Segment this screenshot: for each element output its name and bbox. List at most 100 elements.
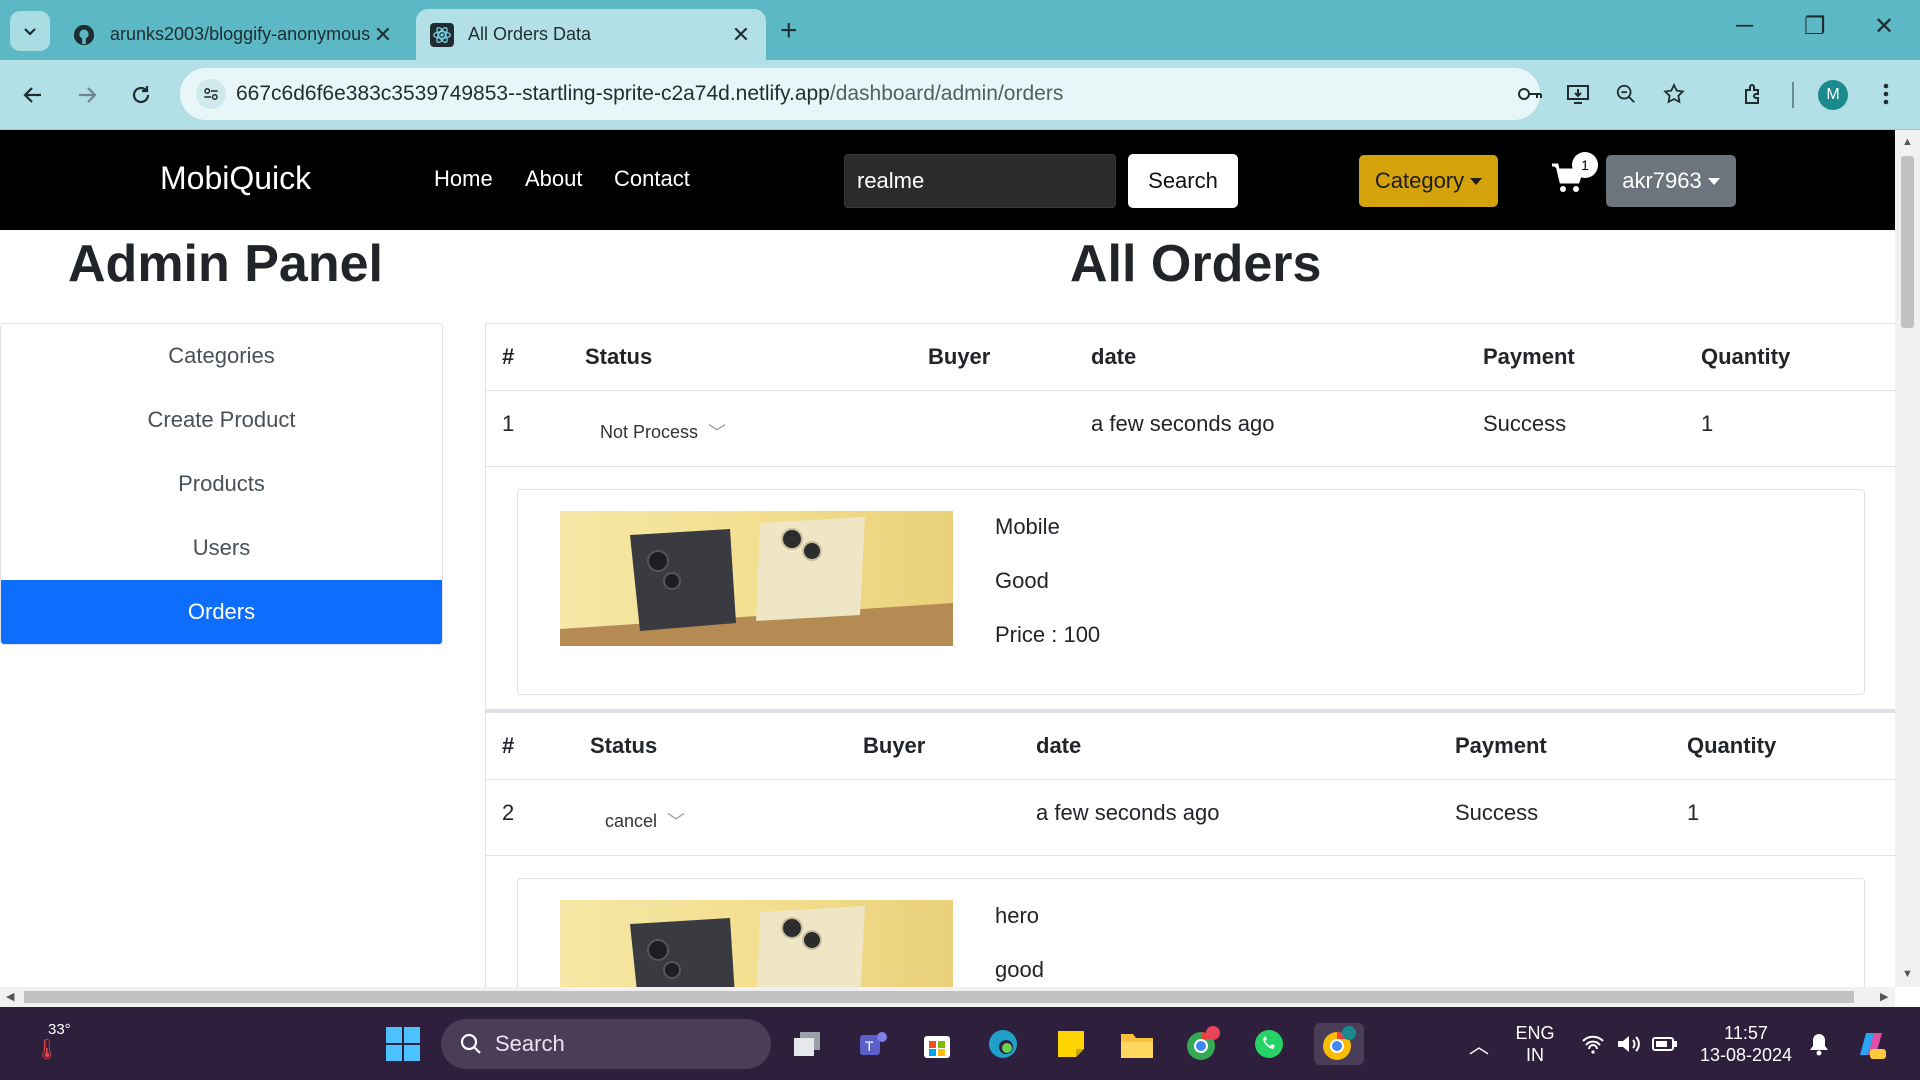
product-description: Good [995, 568, 1049, 593]
toolbar-divider [1792, 82, 1794, 108]
new-tab-icon[interactable]: + [780, 14, 798, 48]
order-card: # Status Buyer date Payment Quantity 2 c… [485, 712, 1895, 987]
browser-tab-github[interactable]: arunks2003/bloggify-anonymous ✕ [58, 9, 408, 60]
site-brand[interactable]: MobiQuick [160, 160, 311, 197]
user-label: akr7963 [1622, 168, 1702, 193]
tab-title: arunks2003/bloggify-anonymous [110, 24, 371, 44]
weather-widget[interactable]: 🌡 33° [30, 1021, 71, 1065]
orders-list: # Status Buyer date Payment Quantity 1 N… [485, 323, 1895, 987]
svg-text:T: T [865, 1038, 874, 1054]
menu-item-orders[interactable]: Orders [1, 580, 442, 644]
search-button[interactable]: Search [1128, 154, 1238, 208]
chrome-profile-a-icon[interactable] [1182, 1023, 1224, 1065]
page-viewport: MobiQuick Home About Contact Search Cate… [0, 130, 1895, 987]
close-tab-icon[interactable]: ✕ [730, 22, 752, 48]
forward-icon[interactable] [70, 78, 104, 112]
caret-down-icon [1470, 177, 1483, 185]
product-search-input[interactable] [844, 154, 1116, 208]
col-number: # [502, 733, 515, 758]
notification-bell-icon[interactable] [1798, 1023, 1840, 1065]
restore-icon[interactable]: ❐ [1804, 12, 1826, 41]
menu-item-categories[interactable]: Categories [1, 324, 442, 388]
clock-time: 11:57 [1724, 1023, 1768, 1043]
menu-item-users[interactable]: Users [1, 516, 442, 580]
password-key-icon[interactable] [1516, 80, 1544, 108]
category-dropdown[interactable]: Category [1359, 155, 1498, 207]
scroll-up-icon[interactable]: ▲ [1902, 136, 1913, 148]
url-text: 667c6d6f6e383c3539749853--startling-spri… [236, 82, 1063, 106]
clock[interactable]: 11:57 13-08-2024 [1696, 1022, 1796, 1066]
chevron-up-icon[interactable]: ︿ [1458, 1023, 1500, 1065]
browser-menu-icon[interactable] [1870, 78, 1902, 110]
site-info-icon[interactable] [196, 79, 226, 109]
order-products: hero good [486, 856, 1895, 987]
scroll-down-icon[interactable]: ▼ [1902, 968, 1913, 980]
profile-avatar[interactable]: M [1818, 80, 1848, 110]
nav-about[interactable]: About [525, 166, 583, 192]
chevron-down-icon [24, 28, 36, 36]
taskbar-search-label: Search [495, 1031, 565, 1056]
edge-icon[interactable] [982, 1023, 1024, 1065]
copilot-icon[interactable] [1850, 1023, 1892, 1065]
tab-search-button[interactable] [10, 11, 50, 51]
scroll-right-icon[interactable]: ▶ [1880, 990, 1888, 1003]
col-date: date [1091, 344, 1137, 369]
task-view-icon[interactable] [786, 1023, 828, 1065]
battery-icon[interactable] [1644, 1023, 1686, 1065]
sticky-notes-icon[interactable] [1050, 1023, 1092, 1065]
order-payment: Success [1455, 800, 1539, 825]
vertical-scroll-thumb[interactable] [1901, 156, 1914, 328]
nav-home[interactable]: Home [434, 166, 493, 192]
scroll-left-icon[interactable]: ◀ [6, 990, 14, 1003]
teams-icon[interactable]: T [852, 1023, 894, 1065]
windows-taskbar: 🌡 33° Search T ︿ ENG IN 11:57 13-08-2024 [0, 1007, 1920, 1080]
url-path: /dashboard/admin/orders [829, 82, 1064, 105]
order-date: a few seconds ago [1091, 411, 1275, 436]
whatsapp-icon[interactable] [1248, 1023, 1290, 1065]
microsoft-store-icon[interactable] [916, 1023, 958, 1065]
col-payment: Payment [1483, 344, 1575, 369]
col-buyer: Buyer [928, 344, 991, 369]
close-window-icon[interactable]: ✕ [1874, 12, 1894, 41]
tab-title: All Orders Data [468, 24, 592, 44]
status-select[interactable]: Not Process ﹀ [600, 419, 726, 445]
caret-down-icon [1707, 177, 1720, 185]
reload-icon[interactable] [124, 78, 158, 112]
install-app-icon[interactable] [1564, 80, 1592, 108]
user-dropdown[interactable]: akr7963 [1606, 155, 1736, 207]
browser-tab-orders[interactable]: All Orders Data ✕ [416, 9, 766, 60]
site-navbar: MobiQuick Home About Contact Search Cate… [0, 130, 1895, 230]
minimize-icon[interactable]: ─ [1736, 12, 1753, 40]
search-icon [460, 1033, 481, 1054]
lang-secondary: IN [1526, 1045, 1544, 1065]
nav-contact[interactable]: Contact [614, 166, 690, 192]
url-host: 667c6d6f6e383c3539749853--startling-spri… [236, 82, 830, 105]
col-payment: Payment [1455, 733, 1547, 758]
bookmark-star-icon[interactable] [1660, 80, 1688, 108]
category-label: Category [1374, 168, 1465, 193]
github-icon [72, 23, 96, 47]
address-bar[interactable]: 667c6d6f6e383c3539749853--startling-spri… [180, 68, 1685, 120]
weather-temp: 33° [48, 1021, 71, 1038]
zoom-icon[interactable] [1612, 80, 1640, 108]
menu-item-create-product[interactable]: Create Product [1, 388, 442, 452]
chrome-active-icon[interactable] [1314, 1023, 1364, 1065]
extensions-icon[interactable] [1738, 78, 1770, 110]
horizontal-scroll-thumb[interactable] [24, 991, 1854, 1003]
taskbar-search[interactable]: Search [441, 1019, 771, 1069]
col-quantity: Quantity [1687, 733, 1777, 758]
horizontal-scrollbar[interactable]: ◀ ▶ [0, 987, 1895, 1007]
table-row: 2 cancel ﹀ a few seconds ago Success 1 [486, 780, 1895, 856]
order-number: 2 [502, 800, 515, 825]
close-tab-icon[interactable]: ✕ [372, 22, 394, 48]
order-date: a few seconds ago [1036, 800, 1220, 825]
menu-item-products[interactable]: Products [1, 452, 442, 516]
status-select[interactable]: cancel ﹀ [605, 808, 685, 834]
col-buyer: Buyer [863, 733, 926, 758]
vertical-scrollbar[interactable]: ▲ ▼ [1895, 130, 1920, 987]
language-indicator[interactable]: ENG IN [1510, 1022, 1560, 1066]
file-explorer-icon[interactable] [1116, 1023, 1158, 1065]
status-value: Not Process [600, 421, 699, 442]
windows-start-icon[interactable] [382, 1023, 424, 1065]
back-icon[interactable] [16, 78, 50, 112]
